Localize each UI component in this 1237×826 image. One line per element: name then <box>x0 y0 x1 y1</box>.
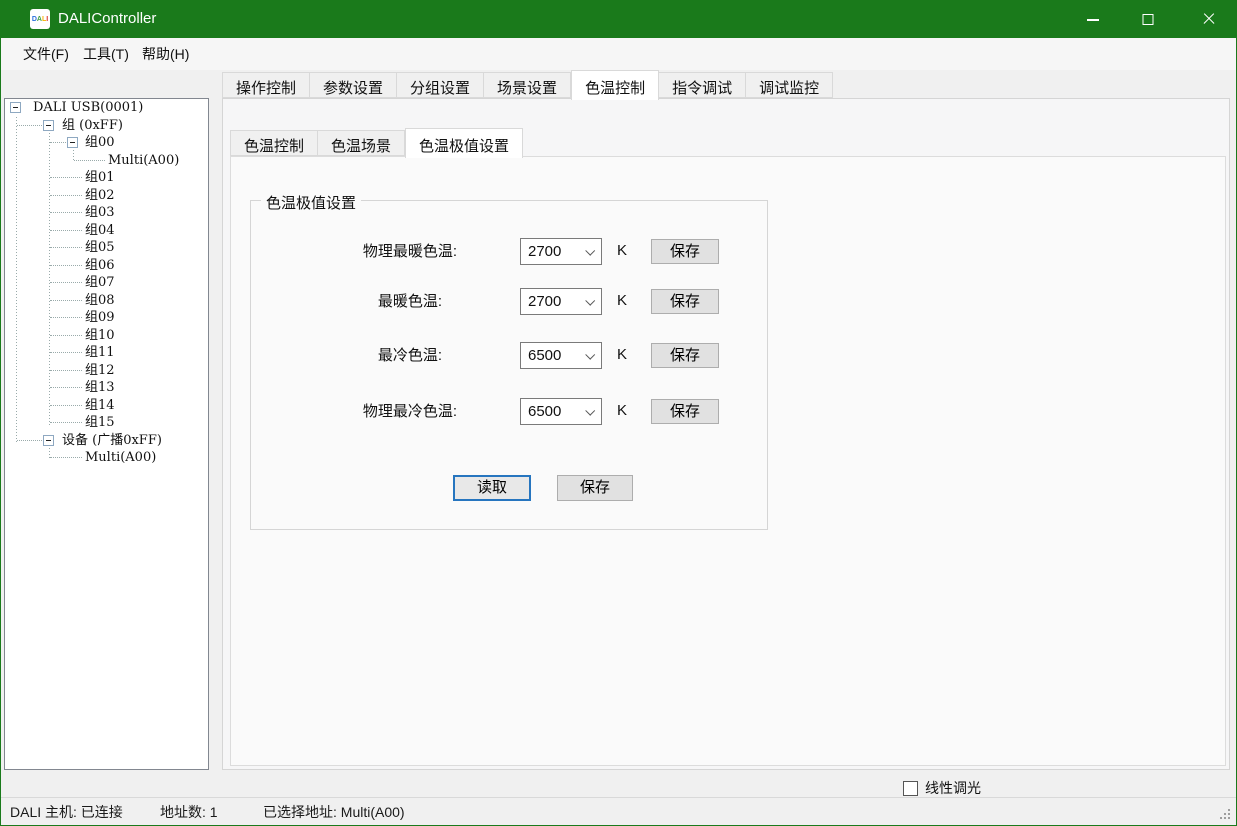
maximize-button[interactable] <box>1125 0 1171 38</box>
cct-extremes-groupbox: 色温极值设置 物理最暖色温: 2700 K 保存 最暖色温: 2700 K 保存… <box>250 200 768 530</box>
tab-scene-settings[interactable]: 场景设置 <box>484 72 571 98</box>
tree-item-group00[interactable]: 组00 <box>5 134 208 152</box>
status-host: DALI 主机: 已连接 <box>10 803 123 821</box>
save-all-button[interactable]: 保存 <box>557 475 633 501</box>
tree-item-group11[interactable]: 组11 <box>5 344 208 362</box>
tree-item-group03[interactable]: 组03 <box>5 204 208 222</box>
tab-parameter-settings[interactable]: 参数设置 <box>310 72 397 98</box>
physical-warmest-cct-label: 物理最暖色温: <box>329 242 491 262</box>
chevron-down-icon[interactable] <box>585 296 595 306</box>
tree-item-group07[interactable]: 组07 <box>5 274 208 292</box>
chevron-down-icon[interactable] <box>585 406 595 416</box>
cct-extremes-page: 色温极值设置 物理最暖色温: 2700 K 保存 最暖色温: 2700 K 保存… <box>230 156 1226 766</box>
tree-item-group05[interactable]: 组05 <box>5 239 208 257</box>
tree-item-group14[interactable]: 组14 <box>5 397 208 415</box>
save-button[interactable]: 保存 <box>651 289 719 314</box>
close-button[interactable] <box>1180 0 1237 38</box>
subtab-cct-scene[interactable]: 色温场景 <box>318 130 405 156</box>
minimize-icon <box>1087 19 1099 21</box>
kelvin-unit-label: K <box>617 241 641 261</box>
device-tree-panel: DALI USB(0001) 组 (0xFF) 组00 Multi(A00) 组… <box>4 98 209 770</box>
tree-item-device-broadcast[interactable]: 设备 (广播0xFF) <box>5 432 208 450</box>
tree-item-group12[interactable]: 组12 <box>5 362 208 380</box>
tree-item-group08[interactable]: 组08 <box>5 292 208 310</box>
read-button[interactable]: 读取 <box>453 475 531 501</box>
warmest-cct-combobox[interactable]: 2700 <box>520 288 602 315</box>
coolest-cct-label: 最冷色温: <box>329 346 491 366</box>
chevron-down-icon[interactable] <box>585 350 595 360</box>
status-bar: DALI 主机: 已连接 地址数: 1 已选择地址: Multi(A00) <box>0 797 1237 826</box>
tree-item-group01[interactable]: 组01 <box>5 169 208 187</box>
tree-item-group09[interactable]: 组09 <box>5 309 208 327</box>
save-button[interactable]: 保存 <box>651 239 719 264</box>
tree-item-multi-a00[interactable]: Multi(A00) <box>5 152 208 170</box>
linear-dimming-checkbox[interactable] <box>903 781 918 796</box>
main-tab-bar: 操作控制 参数设置 分组设置 场景设置 色温控制 指令调试 调试监控 <box>222 70 833 100</box>
combo-value: 2700 <box>528 243 561 260</box>
combo-value: 2700 <box>528 293 561 310</box>
kelvin-unit-label: K <box>617 401 641 421</box>
combo-value: 6500 <box>528 347 561 364</box>
tree-item-group06[interactable]: 组06 <box>5 257 208 275</box>
maximize-icon <box>1143 14 1154 25</box>
cct-sub-tab-bar: 色温控制 色温场景 色温极值设置 <box>230 128 523 158</box>
status-address-count: 地址数: 1 <box>160 803 218 821</box>
app-window: DALI DALIController 文件(F) 工具(T) 帮助(H) DA… <box>0 0 1237 826</box>
chevron-down-icon[interactable] <box>585 246 595 256</box>
tab-grouping-settings[interactable]: 分组设置 <box>397 72 484 98</box>
tab-command-debug[interactable]: 指令调试 <box>659 72 746 98</box>
menu-tools[interactable]: 工具(T) <box>79 38 133 70</box>
groupbox-title: 色温极值设置 <box>261 192 361 213</box>
physical-coolest-cct-label: 物理最冷色温: <box>329 402 491 422</box>
tree-collapse-icon[interactable] <box>43 435 54 446</box>
tree-collapse-icon[interactable] <box>43 120 54 131</box>
linear-dimming-label: 线性调光 <box>925 778 981 798</box>
tree-collapse-icon[interactable] <box>67 137 78 148</box>
subtab-cct-extremes[interactable]: 色温极值设置 <box>405 128 523 158</box>
tree-item-group15[interactable]: 组15 <box>5 414 208 432</box>
coolest-cct-combobox[interactable]: 6500 <box>520 342 602 369</box>
title-bar[interactable]: DALI DALIController <box>0 0 1237 38</box>
save-button[interactable]: 保存 <box>651 399 719 424</box>
menu-help[interactable]: 帮助(H) <box>138 38 193 70</box>
tree-item-group13[interactable]: 组13 <box>5 379 208 397</box>
window-title: DALIController <box>58 0 156 38</box>
minimize-button[interactable] <box>1070 0 1116 38</box>
warmest-cct-label: 最暖色温: <box>329 292 491 312</box>
linear-dimming-option: 线性调光 <box>903 778 981 798</box>
tree-item-dali-usb[interactable]: DALI USB(0001) <box>5 99 208 117</box>
kelvin-unit-label: K <box>617 345 641 365</box>
save-button[interactable]: 保存 <box>651 343 719 368</box>
menu-file[interactable]: 文件(F) <box>19 38 73 70</box>
menu-bar: 文件(F) 工具(T) 帮助(H) <box>1 38 1236 70</box>
tree-item-group04[interactable]: 组04 <box>5 222 208 240</box>
status-selected-address: 已选择地址: Multi(A00) <box>263 803 405 821</box>
close-icon <box>1202 12 1216 26</box>
tree-item-device-multi-a00[interactable]: Multi(A00) <box>5 449 208 467</box>
tree-item-group-root[interactable]: 组 (0xFF) <box>5 117 208 135</box>
resize-grip-icon[interactable] <box>1220 809 1232 821</box>
subtab-cct-control[interactable]: 色温控制 <box>230 130 318 156</box>
dali-logo-icon: DALI <box>30 9 50 29</box>
tab-debug-monitor[interactable]: 调试监控 <box>746 72 833 98</box>
physical-warmest-cct-combobox[interactable]: 2700 <box>520 238 602 265</box>
tab-operation-control[interactable]: 操作控制 <box>222 72 310 98</box>
physical-coolest-cct-combobox[interactable]: 6500 <box>520 398 602 425</box>
tab-color-temperature-control[interactable]: 色温控制 <box>571 70 659 100</box>
tree-item-group02[interactable]: 组02 <box>5 187 208 205</box>
kelvin-unit-label: K <box>617 291 641 311</box>
tree-item-group10[interactable]: 组10 <box>5 327 208 345</box>
tree-collapse-icon[interactable] <box>10 102 21 113</box>
combo-value: 6500 <box>528 403 561 420</box>
